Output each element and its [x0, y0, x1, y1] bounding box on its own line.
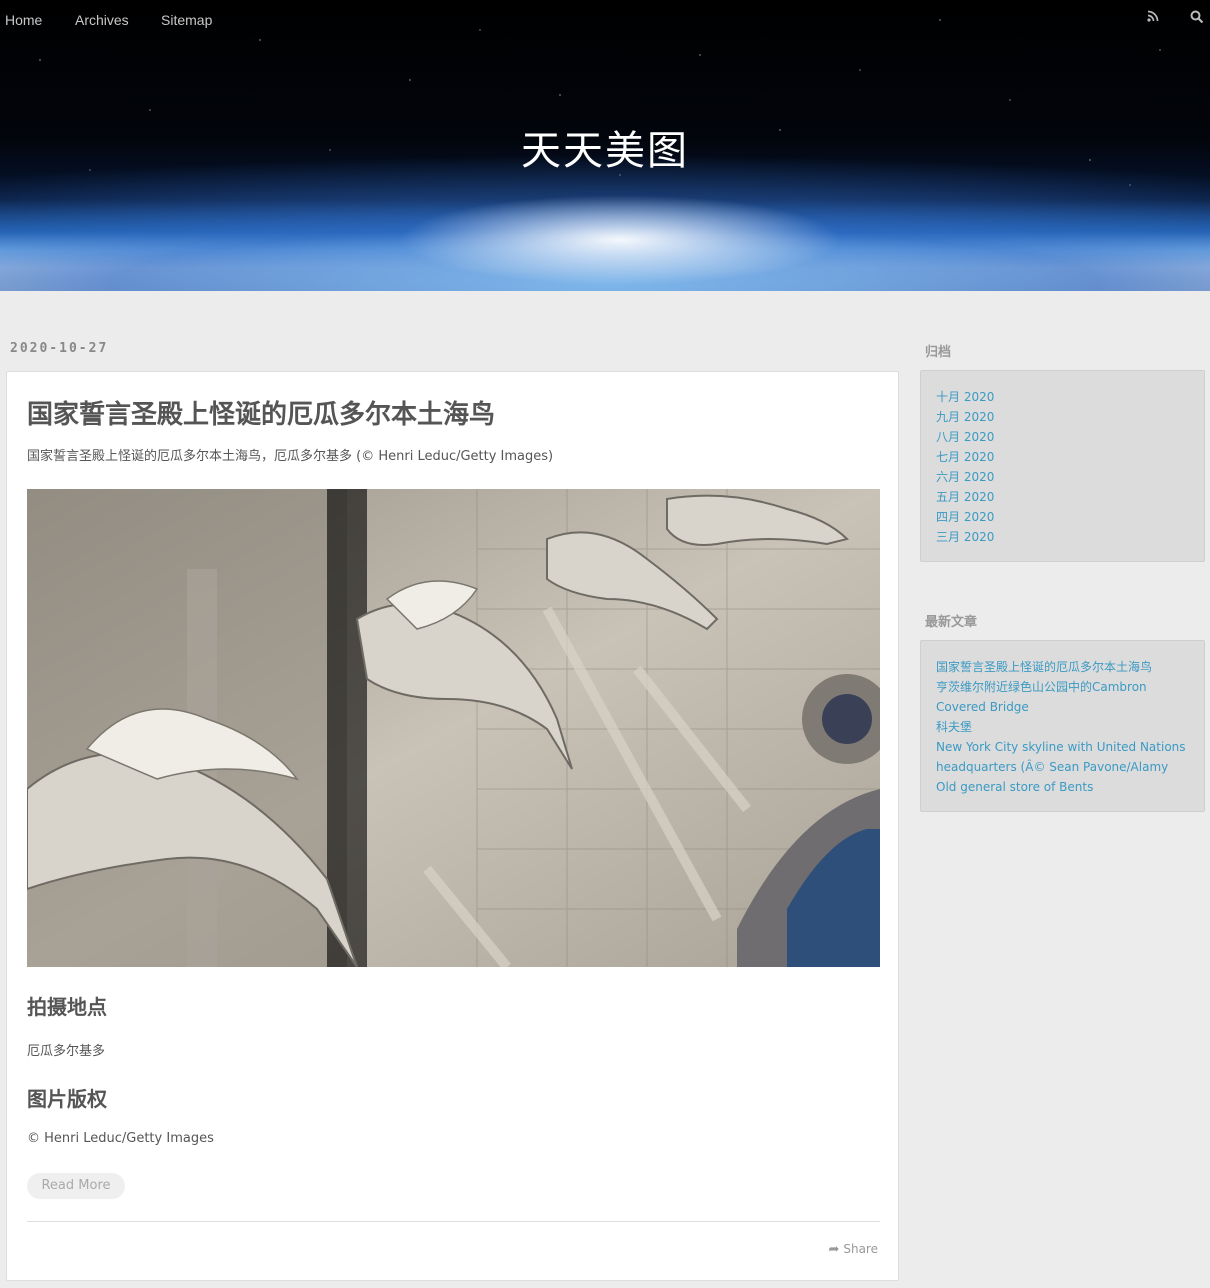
article-photo: [27, 489, 880, 967]
nav-home-link[interactable]: Home: [5, 12, 42, 28]
article-title[interactable]: 国家誓言圣殿上怪诞的厄瓜多尔本土海鸟: [27, 394, 495, 431]
read-more-button[interactable]: Read More: [27, 1173, 125, 1199]
copyright-heading: 图片版权: [27, 1087, 107, 1111]
rss-icon[interactable]: [1147, 10, 1159, 26]
archive-link-sep-2020[interactable]: 九月 2020: [936, 407, 1189, 427]
archive-link-oct-2020[interactable]: 十月 2020: [936, 387, 1189, 407]
article-card: 国家誓言圣殿上怪诞的厄瓜多尔本土海鸟 国家誓言圣殿上怪诞的厄瓜多尔本土海鸟，厄瓜…: [6, 371, 899, 1281]
recent-post-link[interactable]: Old general store of Bents: [936, 777, 1189, 797]
copyright-text: © Henri Leduc/Getty Images: [27, 1131, 214, 1146]
archive-link-mar-2020[interactable]: 三月 2020: [936, 527, 1189, 547]
nav-sitemap-link[interactable]: Sitemap: [161, 12, 212, 28]
recent-post-link[interactable]: New York City skyline with United Nation…: [936, 737, 1189, 777]
archive-link-jul-2020[interactable]: 七月 2020: [936, 447, 1189, 467]
recent-widget-title: 最新文章: [925, 615, 978, 630]
top-navigation: Home Archives Sitemap: [0, 0, 1210, 42]
header-banner: Home Archives Sitemap 天天美图: [0, 0, 1210, 291]
archive-widget: 十月 2020 九月 2020 八月 2020 七月 2020 六月 2020 …: [920, 370, 1205, 562]
recent-post-link[interactable]: 科夫堡: [936, 717, 1189, 737]
recent-post-link[interactable]: 亨茨维尔附近绿色山公园中的Cambron Covered Bridge: [936, 677, 1189, 717]
nav-archives-link[interactable]: Archives: [75, 12, 129, 28]
article-divider: [27, 1221, 880, 1222]
location-text: 厄瓜多尔基多: [27, 1044, 106, 1059]
archive-link-may-2020[interactable]: 五月 2020: [936, 487, 1189, 507]
archive-link-aug-2020[interactable]: 八月 2020: [936, 427, 1189, 447]
share-label: Share: [843, 1242, 878, 1256]
location-heading: 拍摄地点: [27, 995, 107, 1019]
share-button[interactable]: ➦ Share: [828, 1242, 878, 1257]
archive-link-apr-2020[interactable]: 四月 2020: [936, 507, 1189, 527]
recent-post-link[interactable]: 国家誓言圣殿上怪诞的厄瓜多尔本土海鸟: [936, 657, 1189, 677]
article-excerpt: 国家誓言圣殿上怪诞的厄瓜多尔本土海鸟，厄瓜多尔基多 (© Henri Leduc…: [27, 449, 554, 464]
recent-posts-widget: 国家誓言圣殿上怪诞的厄瓜多尔本土海鸟 亨茨维尔附近绿色山公园中的Cambron …: [920, 640, 1205, 812]
search-icon[interactable]: [1190, 10, 1204, 28]
archive-link-jun-2020[interactable]: 六月 2020: [936, 467, 1189, 487]
site-title[interactable]: 天天美图: [0, 118, 1210, 176]
post-date: 2020-10-27: [10, 341, 109, 356]
share-icon: ➦: [828, 1242, 840, 1257]
archive-widget-title: 归档: [925, 345, 952, 360]
